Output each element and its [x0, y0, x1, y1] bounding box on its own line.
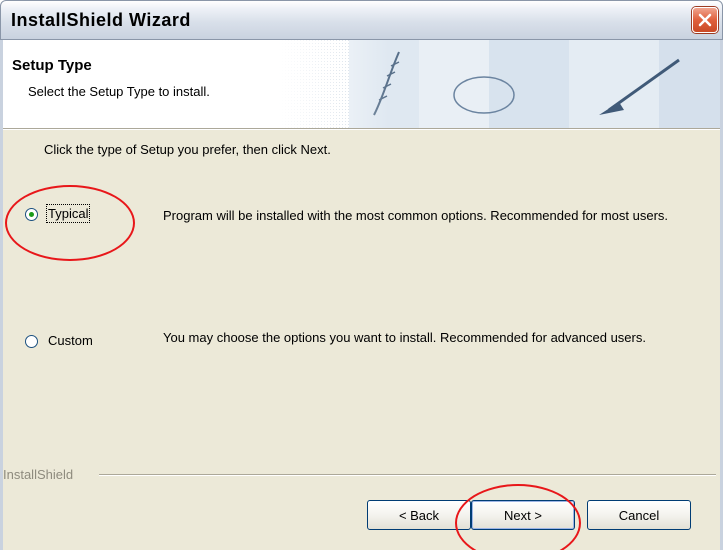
custom-label[interactable]: Custom [48, 333, 93, 348]
branding-text: InstallShield [3, 467, 80, 482]
header-band: Setup Type Select the Setup Type to inst… [3, 40, 720, 129]
cancel-button[interactable]: Cancel [587, 500, 691, 530]
header-separator [3, 129, 720, 130]
back-button[interactable]: < Back [367, 500, 471, 530]
custom-radio[interactable] [25, 335, 38, 348]
page-title: Setup Type [12, 57, 92, 74]
custom-description: You may choose the options you want to i… [163, 330, 646, 345]
close-button[interactable] [692, 7, 718, 33]
window-title: InstallShield Wizard [11, 10, 191, 30]
typical-label[interactable]: Typical [45, 204, 91, 223]
header-banner-image [279, 40, 720, 128]
dialog-body: Setup Type Select the Setup Type to inst… [0, 40, 723, 550]
branding-divider [99, 474, 716, 476]
next-button[interactable]: Next > [471, 500, 575, 530]
installshield-window: InstallShield Wizard Setup Type Select t… [0, 0, 723, 550]
instruction-text: Click the type of Setup you prefer, then… [44, 142, 331, 157]
installshield-branding: InstallShield [3, 467, 720, 482]
typical-radio[interactable] [25, 208, 38, 221]
page-subtitle: Select the Setup Type to install. [28, 84, 210, 99]
close-icon [698, 13, 712, 27]
radio-selected-dot [29, 212, 34, 217]
title-bar[interactable]: InstallShield Wizard [0, 0, 723, 40]
typical-description: Program will be installed with the most … [163, 208, 669, 223]
